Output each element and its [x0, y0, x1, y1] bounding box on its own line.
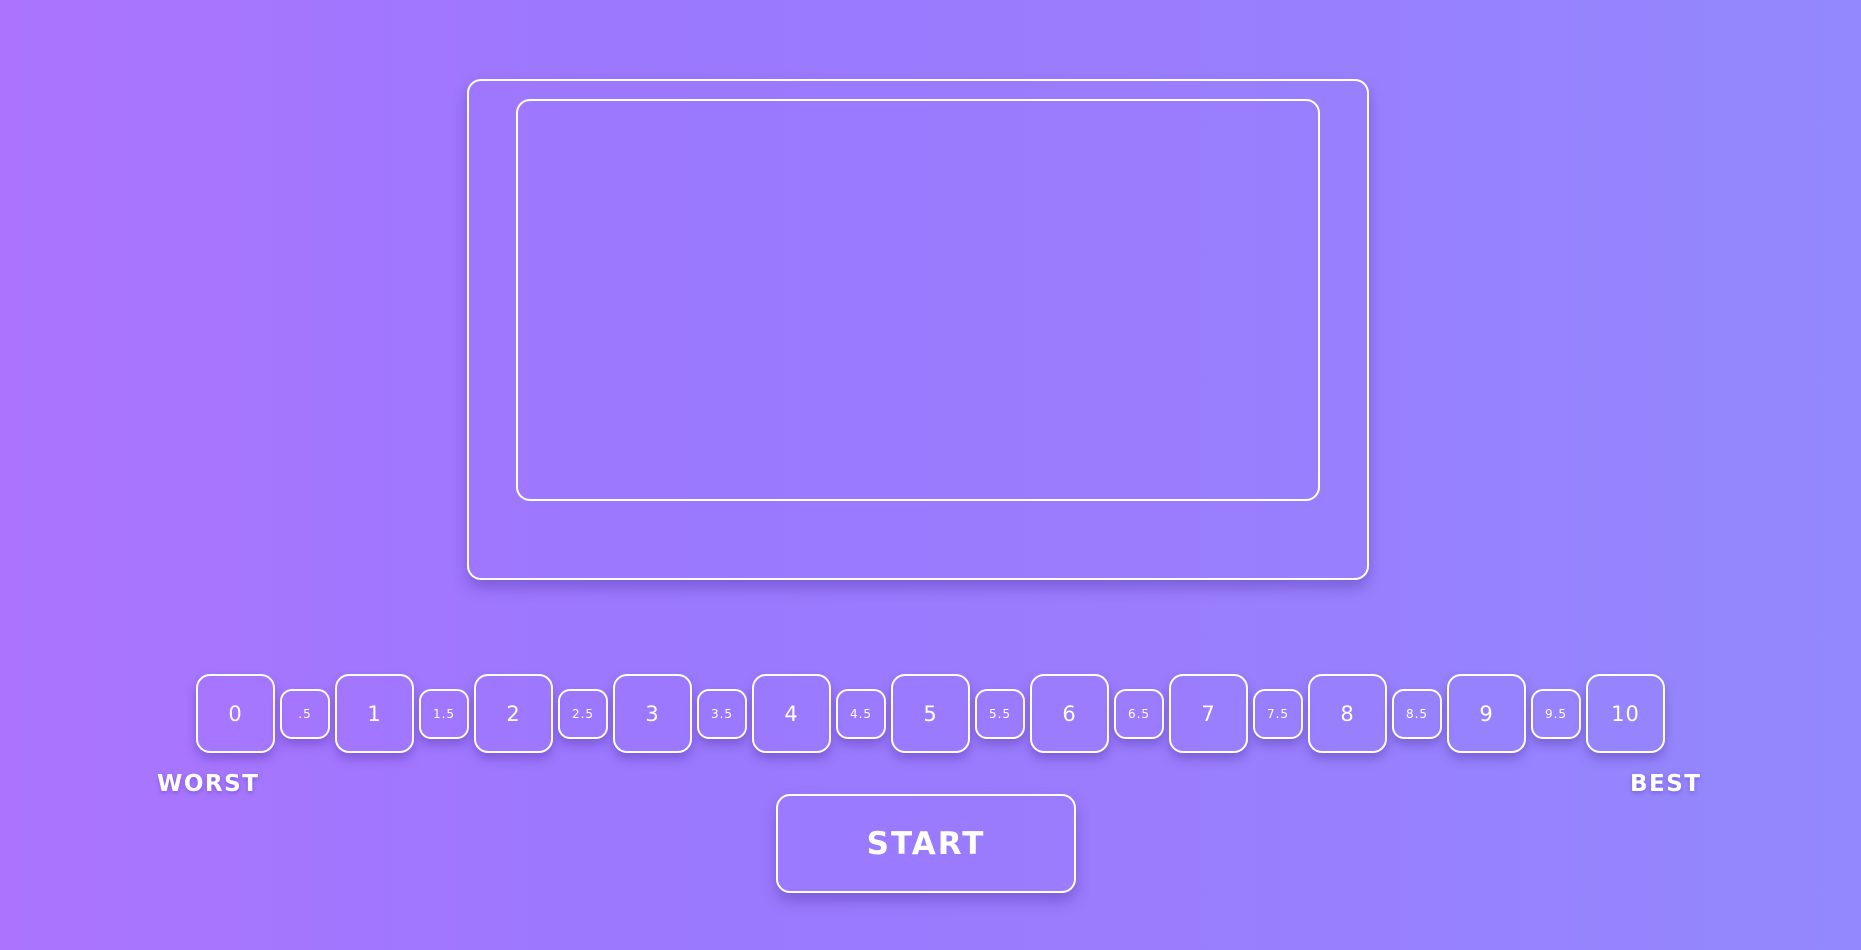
rating-button-5pt5[interactable]: 5.5 [975, 688, 1025, 739]
best-label: BEST [1630, 771, 1702, 797]
rating-button-4[interactable]: 4 [752, 674, 831, 753]
rating-button-9[interactable]: 9 [1447, 674, 1526, 753]
rating-scale: 0.5 1 1.5 2 2.5 3 3.5 4 4.5 5 5.5 6 6.5 7 7.5 8 8.5 9 9.5 1… [196, 674, 1665, 753]
rating-button-5[interactable]: 5 [891, 674, 970, 753]
worst-label: WORST [157, 771, 260, 797]
display-screen [516, 99, 1320, 501]
rating-button-7pt5[interactable]: 7.5 [1253, 688, 1303, 739]
rating-button-1pt5[interactable]: 1.5 [419, 688, 469, 739]
rating-button-8pt5[interactable]: 8.5 [1392, 688, 1442, 739]
rating-button-7[interactable]: 7 [1169, 674, 1248, 753]
rating-button-1[interactable]: 1 [335, 674, 414, 753]
rating-button-2pt5[interactable]: 2.5 [558, 688, 608, 739]
rating-button-6[interactable]: 6 [1030, 674, 1109, 753]
rating-button-4pt5[interactable]: 4.5 [836, 688, 886, 739]
rating-button-0[interactable]: 0 [196, 674, 275, 753]
rating-button-9pt5[interactable]: 9.5 [1531, 688, 1581, 739]
rating-button-2[interactable]: 2 [474, 674, 553, 753]
rating-button-8[interactable]: 8 [1308, 674, 1387, 753]
rating-button-6pt5[interactable]: 6.5 [1114, 688, 1164, 739]
rating-button-pt5[interactable]: .5 [280, 688, 330, 739]
rating-button-3[interactable]: 3 [613, 674, 692, 753]
rating-button-3pt5[interactable]: 3.5 [697, 688, 747, 739]
rating-button-10[interactable]: 10 [1586, 674, 1665, 753]
start-button[interactable]: START [776, 794, 1076, 893]
